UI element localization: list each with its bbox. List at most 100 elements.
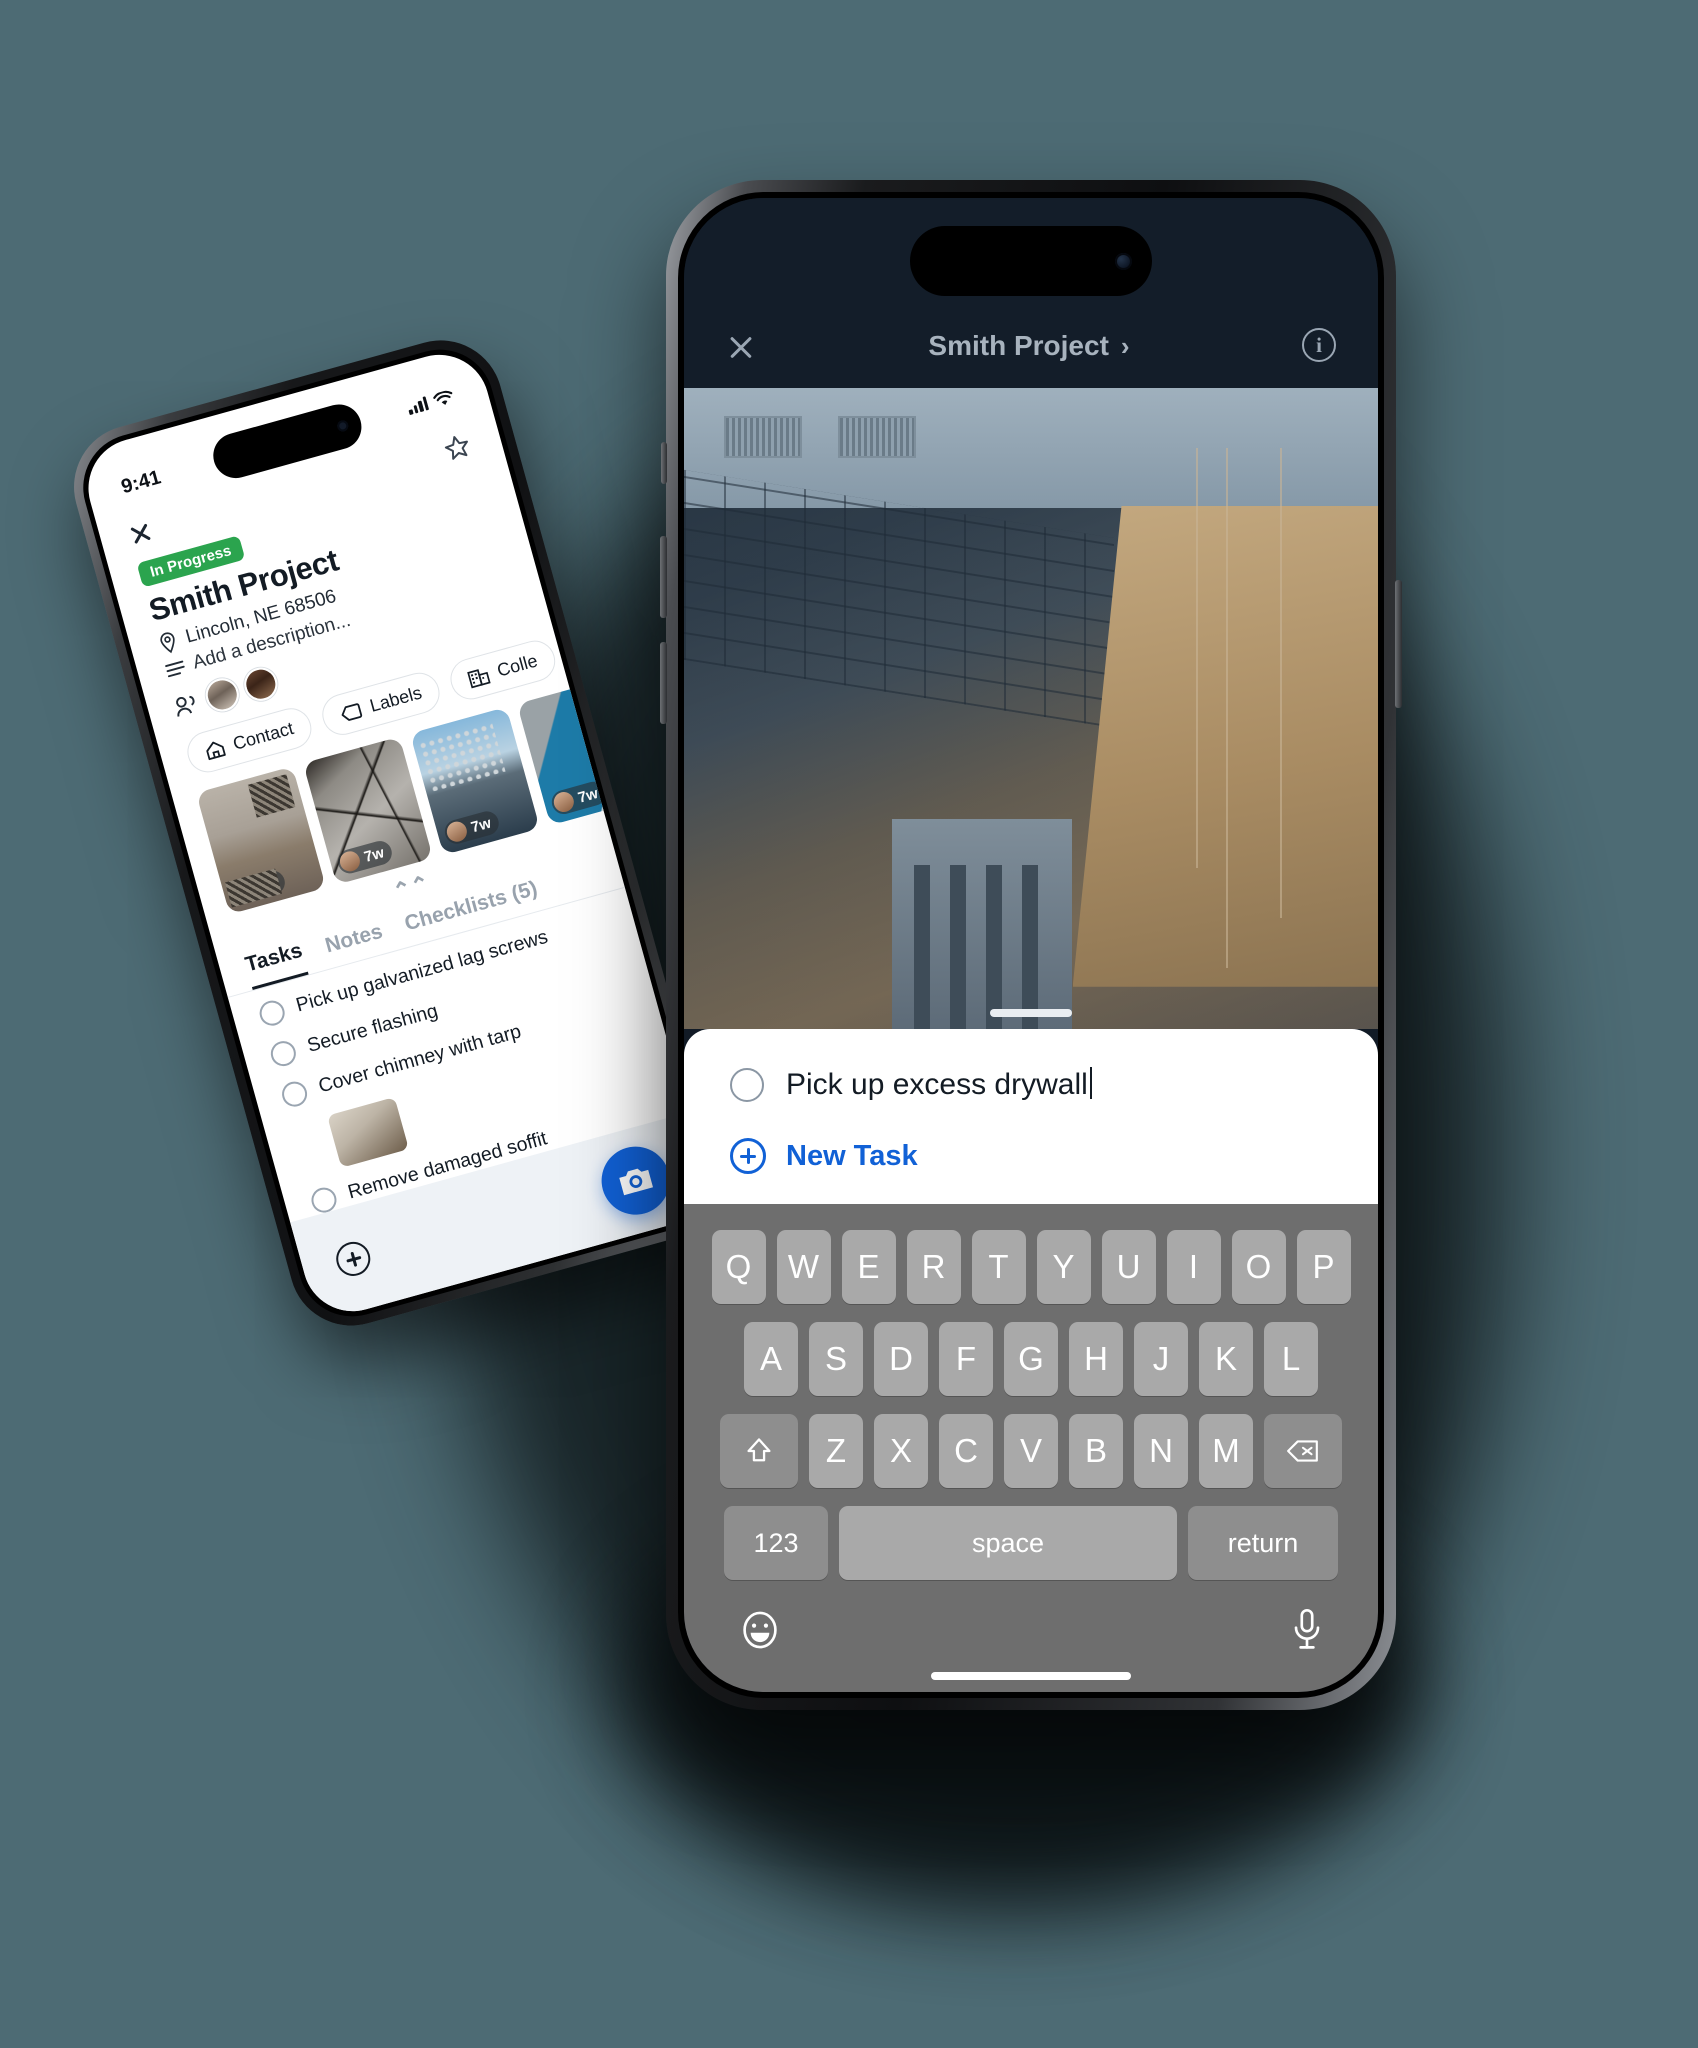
keyboard-utility-row xyxy=(694,1598,1368,1652)
key-k[interactable]: K xyxy=(1199,1322,1253,1396)
avatar xyxy=(230,878,256,904)
people-icon xyxy=(175,695,195,717)
key-return[interactable]: return xyxy=(1188,1506,1338,1580)
task-input-row[interactable]: Pick up excess drywall xyxy=(730,1067,1332,1102)
circle-checkbox-icon[interactable] xyxy=(279,1078,310,1110)
keyboard-row-3: Z X C V B N M xyxy=(694,1414,1368,1488)
photo-badge: 7w xyxy=(335,838,395,877)
key-x[interactable]: X xyxy=(874,1414,928,1488)
photo-thumbnail[interactable]: 7w xyxy=(302,736,434,885)
avatar xyxy=(551,789,577,815)
chip-label: Labels xyxy=(367,682,425,716)
key-o[interactable]: O xyxy=(1231,1230,1286,1304)
task-attachment-image[interactable] xyxy=(327,1097,409,1168)
home-icon xyxy=(206,741,226,761)
task-input[interactable]: Pick up excess drywall xyxy=(786,1067,1093,1102)
photo-thumbnail[interactable]: 7w xyxy=(409,706,540,856)
shift-arrow-icon[interactable] xyxy=(720,1414,798,1488)
emoji-smiley-icon[interactable] xyxy=(738,1608,782,1652)
wifi-icon xyxy=(433,390,453,405)
circle-checkbox-icon[interactable] xyxy=(267,1038,299,1070)
backspace-glyph xyxy=(1287,1440,1318,1462)
cellular-bars-icon xyxy=(407,396,430,415)
key-t[interactable]: T xyxy=(971,1230,1026,1304)
key-f[interactable]: F xyxy=(939,1322,993,1396)
hanging-wire xyxy=(1196,448,1198,868)
front-phone-bezel: Smith Project › i Pick up excess drywall… xyxy=(678,192,1384,1698)
back-phone-content: In Progress Smith Project Lincoln, NE 68… xyxy=(95,407,716,1323)
header-title-group[interactable]: Smith Project › xyxy=(928,330,1129,362)
key-h[interactable]: H xyxy=(1069,1322,1123,1396)
key-p[interactable]: P xyxy=(1296,1230,1351,1304)
photo-badge: 7w xyxy=(442,808,502,847)
key-space[interactable]: space xyxy=(839,1506,1177,1580)
front-camera-icon xyxy=(1115,252,1132,270)
photo-time: 7w xyxy=(255,873,279,896)
silent-switch[interactable] xyxy=(661,442,667,484)
backspace-icon[interactable] xyxy=(1264,1414,1342,1488)
volume-down-button[interactable] xyxy=(660,642,667,724)
back-phone-bezel: 9:41 In Progress Smith Project Lincoln, … xyxy=(70,337,722,1329)
photo-thumbnail[interactable]: 7w xyxy=(196,766,327,915)
front-phone-screen: Smith Project › i Pick up excess drywall… xyxy=(684,198,1378,1692)
key-numeric[interactable]: 123 xyxy=(724,1506,828,1580)
key-e[interactable]: E xyxy=(841,1230,896,1304)
key-g[interactable]: G xyxy=(1004,1322,1058,1396)
front-phone-frame: Smith Project › i Pick up excess drywall… xyxy=(660,180,1402,1710)
tag-icon xyxy=(341,702,363,721)
page-title: Smith Project xyxy=(928,330,1109,361)
info-circle-icon[interactable]: i xyxy=(1302,328,1336,362)
photo-time: 7w xyxy=(362,843,386,866)
keyboard-row-2: A S D F G H J K L xyxy=(694,1322,1368,1396)
status-bar-time: 9:41 xyxy=(118,465,164,498)
key-l[interactable]: L xyxy=(1264,1322,1318,1396)
key-y[interactable]: Y xyxy=(1036,1230,1091,1304)
home-indicator[interactable] xyxy=(931,1672,1131,1680)
close-icon[interactable] xyxy=(726,332,756,362)
dynamic-island xyxy=(910,226,1152,296)
key-w[interactable]: W xyxy=(776,1230,831,1304)
new-task-label: New Task xyxy=(786,1139,918,1172)
key-d[interactable]: D xyxy=(874,1322,928,1396)
building-icon xyxy=(467,668,491,688)
map-pin-icon xyxy=(160,632,175,654)
chip-label: Colle xyxy=(494,650,540,681)
hanging-wire xyxy=(1280,448,1282,918)
vent-icon xyxy=(838,416,916,458)
photo-time: 7w xyxy=(576,784,600,807)
text-caret xyxy=(1089,1067,1093,1099)
description-lines-icon xyxy=(165,660,185,678)
key-n[interactable]: N xyxy=(1134,1414,1188,1488)
doorway xyxy=(892,819,1073,1029)
key-c[interactable]: C xyxy=(939,1414,993,1488)
power-button[interactable] xyxy=(1395,580,1402,708)
back-phone-screen: 9:41 In Progress Smith Project Lincoln, … xyxy=(76,343,716,1323)
task-input-value: Pick up excess drywall xyxy=(786,1068,1088,1101)
star-icon[interactable] xyxy=(440,430,474,464)
plus-circle-icon xyxy=(730,1138,766,1174)
key-a[interactable]: A xyxy=(744,1322,798,1396)
ceiling-grid xyxy=(684,469,1115,729)
sheet-grabber[interactable] xyxy=(990,1009,1072,1017)
hanging-wire xyxy=(1226,448,1228,968)
close-icon[interactable] xyxy=(126,519,156,549)
chip-label: Contact xyxy=(230,718,296,754)
key-r[interactable]: R xyxy=(906,1230,961,1304)
circle-checkbox-icon[interactable] xyxy=(730,1067,764,1102)
construction-site-photo[interactable] xyxy=(684,388,1378,1029)
camera-button[interactable] xyxy=(593,1138,678,1223)
plus-circle-icon[interactable] xyxy=(332,1237,375,1280)
key-v[interactable]: V xyxy=(1004,1414,1058,1488)
key-b[interactable]: B xyxy=(1069,1414,1123,1488)
key-j[interactable]: J xyxy=(1134,1322,1188,1396)
key-s[interactable]: S xyxy=(809,1322,863,1396)
key-m[interactable]: M xyxy=(1199,1414,1253,1488)
key-q[interactable]: Q xyxy=(711,1230,766,1304)
new-task-button[interactable]: New Task xyxy=(730,1138,1332,1174)
microphone-icon[interactable] xyxy=(1290,1608,1324,1652)
circle-checkbox-icon[interactable] xyxy=(256,997,288,1029)
volume-up-button[interactable] xyxy=(660,536,667,618)
key-z[interactable]: Z xyxy=(809,1414,863,1488)
key-i[interactable]: I xyxy=(1166,1230,1221,1304)
key-u[interactable]: U xyxy=(1101,1230,1156,1304)
